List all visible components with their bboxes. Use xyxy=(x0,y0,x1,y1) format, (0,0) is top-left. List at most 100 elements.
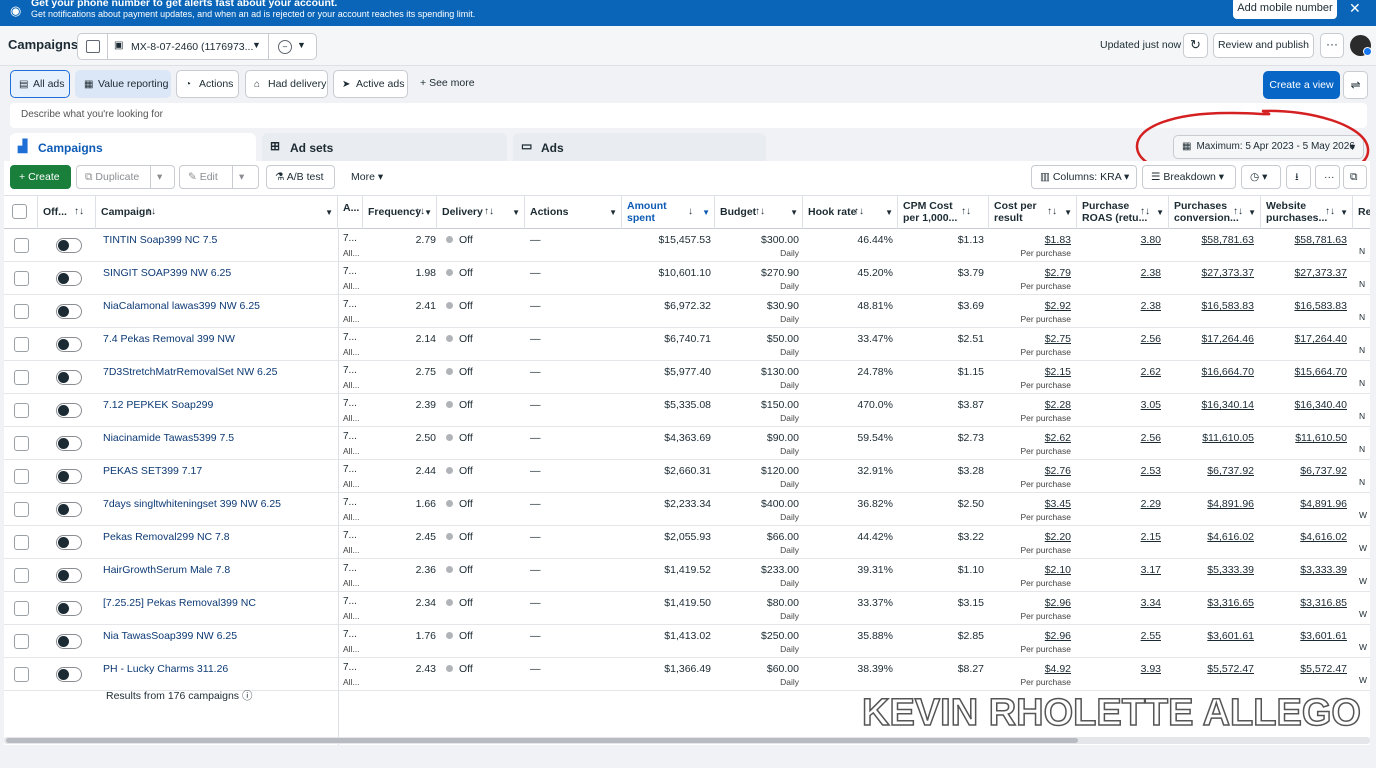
campaign-toggle[interactable] xyxy=(56,634,82,649)
filter-active-ads[interactable]: ➤ Active ads xyxy=(333,70,408,98)
sort-icon[interactable]: ↑↓ xyxy=(854,206,864,218)
column-header-cost-per-result[interactable]: Cost per result ↑↓ ▼ xyxy=(989,196,1077,229)
campaign-toggle[interactable] xyxy=(56,271,82,286)
columns-dropdown[interactable]: ▥ Columns: KRA ▾ xyxy=(1031,165,1137,189)
table-row[interactable]: HairGrowthSerum Male 7.8 Off —7... All... 2.… xyxy=(4,559,1370,592)
refresh-button[interactable]: ↻ xyxy=(1183,33,1208,58)
table-row[interactable]: 7days singltwhiteningset 399 NW 6.25 Off —… xyxy=(4,493,1370,526)
table-row[interactable]: NiaCalamonal lawas399 NW 6.25 Off —7... All… xyxy=(4,295,1370,328)
more-options-button[interactable]: ··· xyxy=(1320,33,1344,58)
column-header-campaign[interactable]: Campaign ↑↓ ▼ xyxy=(96,196,338,229)
date-range-picker[interactable]: ▦ Maximum: 5 Apr 2023 - 5 May 2026 ▼ xyxy=(1173,135,1364,159)
expand-icon[interactable]: ⧉ xyxy=(1343,165,1367,189)
edit-button[interactable]: ✎ Edit ▾ xyxy=(179,165,259,189)
table-row[interactable]: Pekas Removal299 NC 7.8 Off —7... All... 2.4… xyxy=(4,526,1370,559)
review-publish-button[interactable]: Review and publish xyxy=(1213,33,1314,58)
scrollbar-thumb[interactable] xyxy=(6,738,1078,743)
column-header-website-purchases[interactable]: Website purchases... ↑↓ ▼ xyxy=(1261,196,1353,229)
sort-icon[interactable]: ↑↓ xyxy=(1233,206,1243,218)
chevron-down-icon[interactable]: ▼ xyxy=(1340,207,1348,219)
breakdown-dropdown[interactable]: ☰ Breakdown ▾ xyxy=(1142,165,1236,189)
filter-all-ads[interactable]: ▤ All ads xyxy=(10,70,70,98)
sort-icon[interactable]: ↑↓ xyxy=(484,206,494,218)
column-header-budget[interactable]: Budget ↑↓ ▼ xyxy=(715,196,803,229)
search-input[interactable]: Describe what you're looking for xyxy=(10,103,1367,128)
sort-icon[interactable]: ↑↓ xyxy=(1140,206,1150,218)
campaign-toggle[interactable] xyxy=(56,403,82,418)
campaign-toggle[interactable] xyxy=(56,667,82,682)
chevron-down-icon[interactable]: ▼ xyxy=(790,207,798,219)
chevron-down-icon[interactable]: ▾ xyxy=(150,166,162,188)
campaign-toggle[interactable] xyxy=(56,469,82,484)
table-row[interactable]: PEKAS SET399 7.17 Off —7... All... 2.44 $2,66… xyxy=(4,460,1370,493)
row-checkbox[interactable] xyxy=(14,502,29,517)
filter-had-delivery[interactable]: ⌂ Had delivery xyxy=(245,70,328,98)
sliders-icon[interactable]: ⇌ xyxy=(1343,71,1368,99)
chevron-down-icon[interactable]: ▼ xyxy=(297,40,306,50)
chevron-down-icon[interactable]: ▾ xyxy=(232,166,244,188)
filter-actions[interactable]: ◔ Actions xyxy=(176,70,239,98)
chevron-down-icon[interactable]: ▼ xyxy=(252,40,261,50)
sort-icon[interactable]: ↑↓ xyxy=(755,206,765,218)
chevron-down-icon[interactable]: ▼ xyxy=(1248,207,1256,219)
sort-icon[interactable]: ↑↓ xyxy=(74,206,84,218)
campaign-toggle[interactable] xyxy=(56,370,82,385)
column-header-frequency[interactable]: Frequency ↑↓ ▼ xyxy=(363,196,437,229)
create-view-button[interactable]: Create a view xyxy=(1263,71,1340,99)
column-header-hook-rate[interactable]: Hook rate ↑↓ ▼ xyxy=(803,196,898,229)
account-selector[interactable]: ▣ MX-8-07-2460 (1176973... ▼ – ▼ xyxy=(77,33,317,60)
row-checkbox[interactable] xyxy=(14,535,29,550)
ab-test-button[interactable]: ⚗ A/B test xyxy=(266,165,335,189)
create-button[interactable]: + Create xyxy=(10,165,71,189)
select-all-checkbox[interactable] xyxy=(12,204,27,219)
chevron-down-icon[interactable]: ▼ xyxy=(512,207,520,219)
column-header-purchase-roas[interactable]: Purchase ROAS (retu... ↑↓ ▼ xyxy=(1077,196,1169,229)
campaign-toggle[interactable] xyxy=(56,304,82,319)
panel-icon[interactable] xyxy=(86,40,100,53)
status-circle-icon[interactable]: – xyxy=(278,40,292,54)
tab-ads[interactable]: ▭ Ads xyxy=(513,133,766,161)
avatar[interactable] xyxy=(1350,35,1372,56)
more-dropdown[interactable]: More ▾ xyxy=(342,165,390,189)
table-row[interactable]: 7.12 PEPKEK Soap299 Off —7... All... 2.39 $5,… xyxy=(4,394,1370,427)
row-checkbox[interactable] xyxy=(14,271,29,286)
row-checkbox[interactable] xyxy=(14,370,29,385)
export-icon[interactable]: ⭳ xyxy=(1286,165,1311,189)
row-checkbox[interactable] xyxy=(14,469,29,484)
sort-desc-icon[interactable]: ↓ xyxy=(688,206,693,218)
table-row[interactable]: TINTIN Soap399 NC 7.5 Off —7... All... 2.79 $… xyxy=(4,229,1370,262)
add-mobile-number-button[interactable]: Add mobile number xyxy=(1233,0,1337,19)
campaign-toggle[interactable] xyxy=(56,568,82,583)
filter-value-reporting[interactable]: ▦ Value reporting xyxy=(75,70,171,98)
sort-icon[interactable]: ↑↓ xyxy=(1047,206,1057,218)
info-icon[interactable]: ⓘ xyxy=(242,690,253,702)
duplicate-button[interactable]: ⧉ Duplicate ▾ xyxy=(76,165,175,189)
table-row[interactable]: Nia TawasSoap399 NW 6.25 Off —7... All... 1.… xyxy=(4,625,1370,658)
row-checkbox[interactable] xyxy=(14,337,29,352)
table-row[interactable]: 7.4 Pekas Removal 399 NW Off —7... All... 2.… xyxy=(4,328,1370,361)
chevron-down-icon[interactable]: ▼ xyxy=(1064,207,1072,219)
column-header-attribution[interactable]: A... xyxy=(338,196,363,229)
row-checkbox[interactable] xyxy=(14,568,29,583)
column-header-delivery[interactable]: Delivery ↑↓ ▼ xyxy=(437,196,525,229)
chevron-down-icon[interactable]: ▼ xyxy=(1156,207,1164,219)
column-header-cpm[interactable]: CPM Cost per 1,000... ↑↓ xyxy=(898,196,989,229)
tab-campaigns[interactable]: ▟ Campaigns xyxy=(10,133,256,161)
more-horizontal-icon[interactable]: ··· xyxy=(1315,165,1340,189)
horizontal-scrollbar[interactable] xyxy=(4,737,1370,744)
sort-icon[interactable]: ↑↓ xyxy=(1325,206,1335,218)
campaign-toggle[interactable] xyxy=(56,436,82,451)
column-header-purchases-conversion[interactable]: Purchases conversion... ↑↓ ▼ xyxy=(1169,196,1261,229)
see-more-link[interactable]: + See more xyxy=(420,77,475,89)
row-checkbox[interactable] xyxy=(14,634,29,649)
view-options-button[interactable]: ◷ ▾ xyxy=(1241,165,1281,189)
column-header-actions[interactable]: Actions ▼ xyxy=(525,196,622,229)
row-checkbox[interactable] xyxy=(14,304,29,319)
column-header-results[interactable]: Re xyxy=(1353,196,1370,229)
tab-ad-sets[interactable]: ⊞ Ad sets xyxy=(262,133,507,161)
table-row[interactable]: Niacinamide Tawas5399 7.5 Off —7... All... 2… xyxy=(4,427,1370,460)
close-icon[interactable]: ✕ xyxy=(1349,0,1361,17)
campaign-toggle[interactable] xyxy=(56,502,82,517)
chevron-down-icon[interactable]: ▼ xyxy=(885,207,893,219)
row-checkbox[interactable] xyxy=(14,238,29,253)
